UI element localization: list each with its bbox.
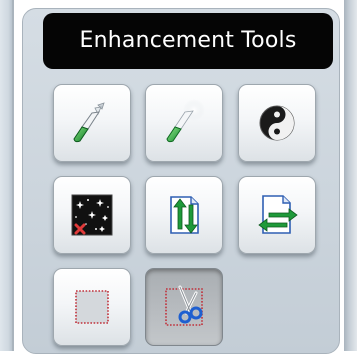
brush-tool-button[interactable] xyxy=(53,84,131,162)
flip-vertical-icon xyxy=(160,191,208,239)
green-soft-brush-icon xyxy=(160,99,208,147)
yin-yang-icon xyxy=(253,99,301,147)
flip-horizontal-icon xyxy=(253,191,301,239)
noise-tool-button[interactable] xyxy=(53,176,131,254)
flip-horizontal-tool-button[interactable] xyxy=(238,176,316,254)
flip-vertical-tool-button[interactable] xyxy=(145,176,223,254)
panel-title: Enhancement Tools xyxy=(43,13,333,69)
dotted-frame-icon xyxy=(68,283,116,331)
select-frame-tool-button[interactable] xyxy=(53,268,131,346)
right-window-edge xyxy=(344,0,357,351)
scissors-frame-icon xyxy=(160,283,208,331)
crop-tool-button[interactable] xyxy=(145,268,223,346)
green-brush-icon xyxy=(68,99,116,147)
soft-brush-tool-button[interactable] xyxy=(145,84,223,162)
left-window-edge xyxy=(0,0,14,351)
yin-yang-tool-button[interactable] xyxy=(238,84,316,162)
sparkle-noise-icon xyxy=(68,191,116,239)
